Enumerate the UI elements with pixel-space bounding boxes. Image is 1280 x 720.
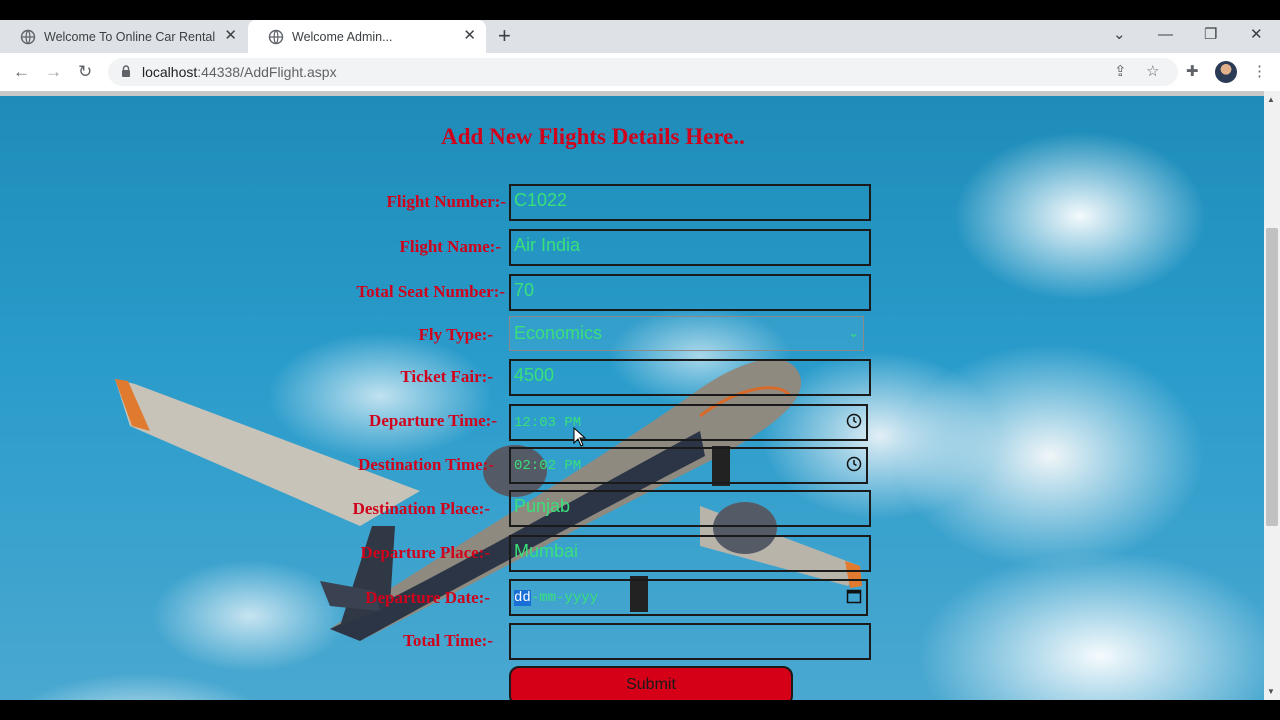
- reload-button[interactable]: ↻: [78, 62, 92, 82]
- screen-bottom-bar: [0, 700, 1280, 720]
- flight-number-label: Flight Number:-: [386, 192, 506, 211]
- clock-icon[interactable]: [846, 413, 862, 429]
- departure-date-input[interactable]: dd-mm-yyyy: [509, 579, 868, 616]
- close-tab-icon[interactable]: ✕: [224, 28, 237, 44]
- back-button[interactable]: ←: [13, 62, 30, 82]
- url-host: localhost: [142, 64, 198, 80]
- tab-welcome-admin[interactable]: Welcome Admin... ✕: [248, 20, 486, 53]
- date-rest-segment: -mm-yyyy: [530, 590, 599, 606]
- destination-place-input[interactable]: Punjab: [509, 490, 871, 527]
- fly-type-value: Economics: [514, 323, 603, 343]
- total-seat-input[interactable]: 70: [509, 274, 871, 311]
- total-time-label: Total Time:-: [403, 631, 493, 650]
- mouse-cursor-icon: [573, 427, 587, 447]
- departure-date-label: Departure Date:-: [365, 588, 490, 607]
- ticket-fair-input[interactable]: 4500: [509, 359, 871, 396]
- total-seat-label: Total Seat Number:-: [356, 282, 505, 301]
- fly-type-label: Fly Type:-: [418, 325, 493, 344]
- tab-label: Welcome Admin...: [292, 29, 393, 44]
- flight-name-label: Flight Name:-: [399, 237, 501, 256]
- close-tab-icon[interactable]: ✕: [463, 28, 476, 44]
- browser-menu-icon[interactable]: ⋮: [1252, 64, 1267, 80]
- calendar-icon[interactable]: [846, 588, 862, 604]
- fly-type-select[interactable]: Economics ⌄: [509, 316, 864, 351]
- clock-icon[interactable]: [846, 456, 862, 472]
- departure-place-input[interactable]: Mumbai: [509, 535, 871, 572]
- scrollbar-thumb[interactable]: [1266, 228, 1278, 526]
- url-path: :44338/AddFlight.aspx: [197, 64, 337, 80]
- window-close-button[interactable]: ✕: [1250, 26, 1263, 44]
- scroll-up-arrow-icon[interactable]: ▲: [1267, 95, 1275, 104]
- tab-strip: Welcome To Online Car Rental Pr ✕ Welcom…: [0, 20, 1280, 53]
- flight-number-input[interactable]: C1022: [509, 184, 871, 221]
- departure-time-value: 12:03 PM: [514, 415, 582, 431]
- share-icon[interactable]: ⇪: [1114, 64, 1127, 80]
- bookmark-star-icon[interactable]: ☆: [1146, 64, 1159, 80]
- departure-time-input[interactable]: 12:03 PM: [509, 404, 868, 441]
- total-time-input[interactable]: [509, 623, 871, 660]
- minimize-button[interactable]: —: [1158, 26, 1173, 44]
- screen-top-bar: [0, 0, 1280, 20]
- globe-icon: [268, 29, 284, 44]
- destination-place-label: Destination Place:-: [352, 499, 490, 518]
- lock-icon[interactable]: [121, 65, 131, 77]
- forward-button[interactable]: →: [45, 62, 62, 82]
- departure-place-label: Departure Place:-: [360, 543, 491, 562]
- profile-avatar[interactable]: [1215, 61, 1237, 83]
- scroll-down-arrow-icon[interactable]: ▼: [1267, 687, 1275, 696]
- page-content: Add New Flights Details Here.. Flight Nu…: [0, 96, 1264, 700]
- tab-label: Welcome To Online Car Rental Pr: [44, 29, 216, 44]
- flight-name-input[interactable]: Air India: [509, 229, 871, 266]
- new-tab-button[interactable]: +: [498, 25, 511, 47]
- destination-time-label: Destination Time:-: [358, 455, 494, 474]
- url-text[interactable]: localhost:44338/AddFlight.aspx: [142, 64, 337, 80]
- destination-time-input[interactable]: 02:02 PM: [509, 447, 868, 484]
- tab-car-rental[interactable]: Welcome To Online Car Rental Pr ✕: [0, 20, 247, 53]
- restore-button[interactable]: ❐: [1204, 26, 1217, 44]
- extensions-icon[interactable]: ✚: [1186, 64, 1199, 80]
- submit-button[interactable]: Submit: [509, 666, 793, 700]
- page-title: Add New Flights Details Here..: [441, 124, 745, 149]
- departure-time-label: Departure Time:-: [369, 411, 497, 430]
- globe-icon: [20, 29, 36, 44]
- tab-search-dropdown-icon[interactable]: ⌄: [1113, 26, 1126, 44]
- chevron-down-icon: ⌄: [848, 325, 859, 340]
- date-day-segment[interactable]: dd: [514, 590, 531, 606]
- ticket-fair-label: Ticket Fair:-: [400, 367, 493, 386]
- destination-time-value: 02:02 PM: [514, 458, 582, 474]
